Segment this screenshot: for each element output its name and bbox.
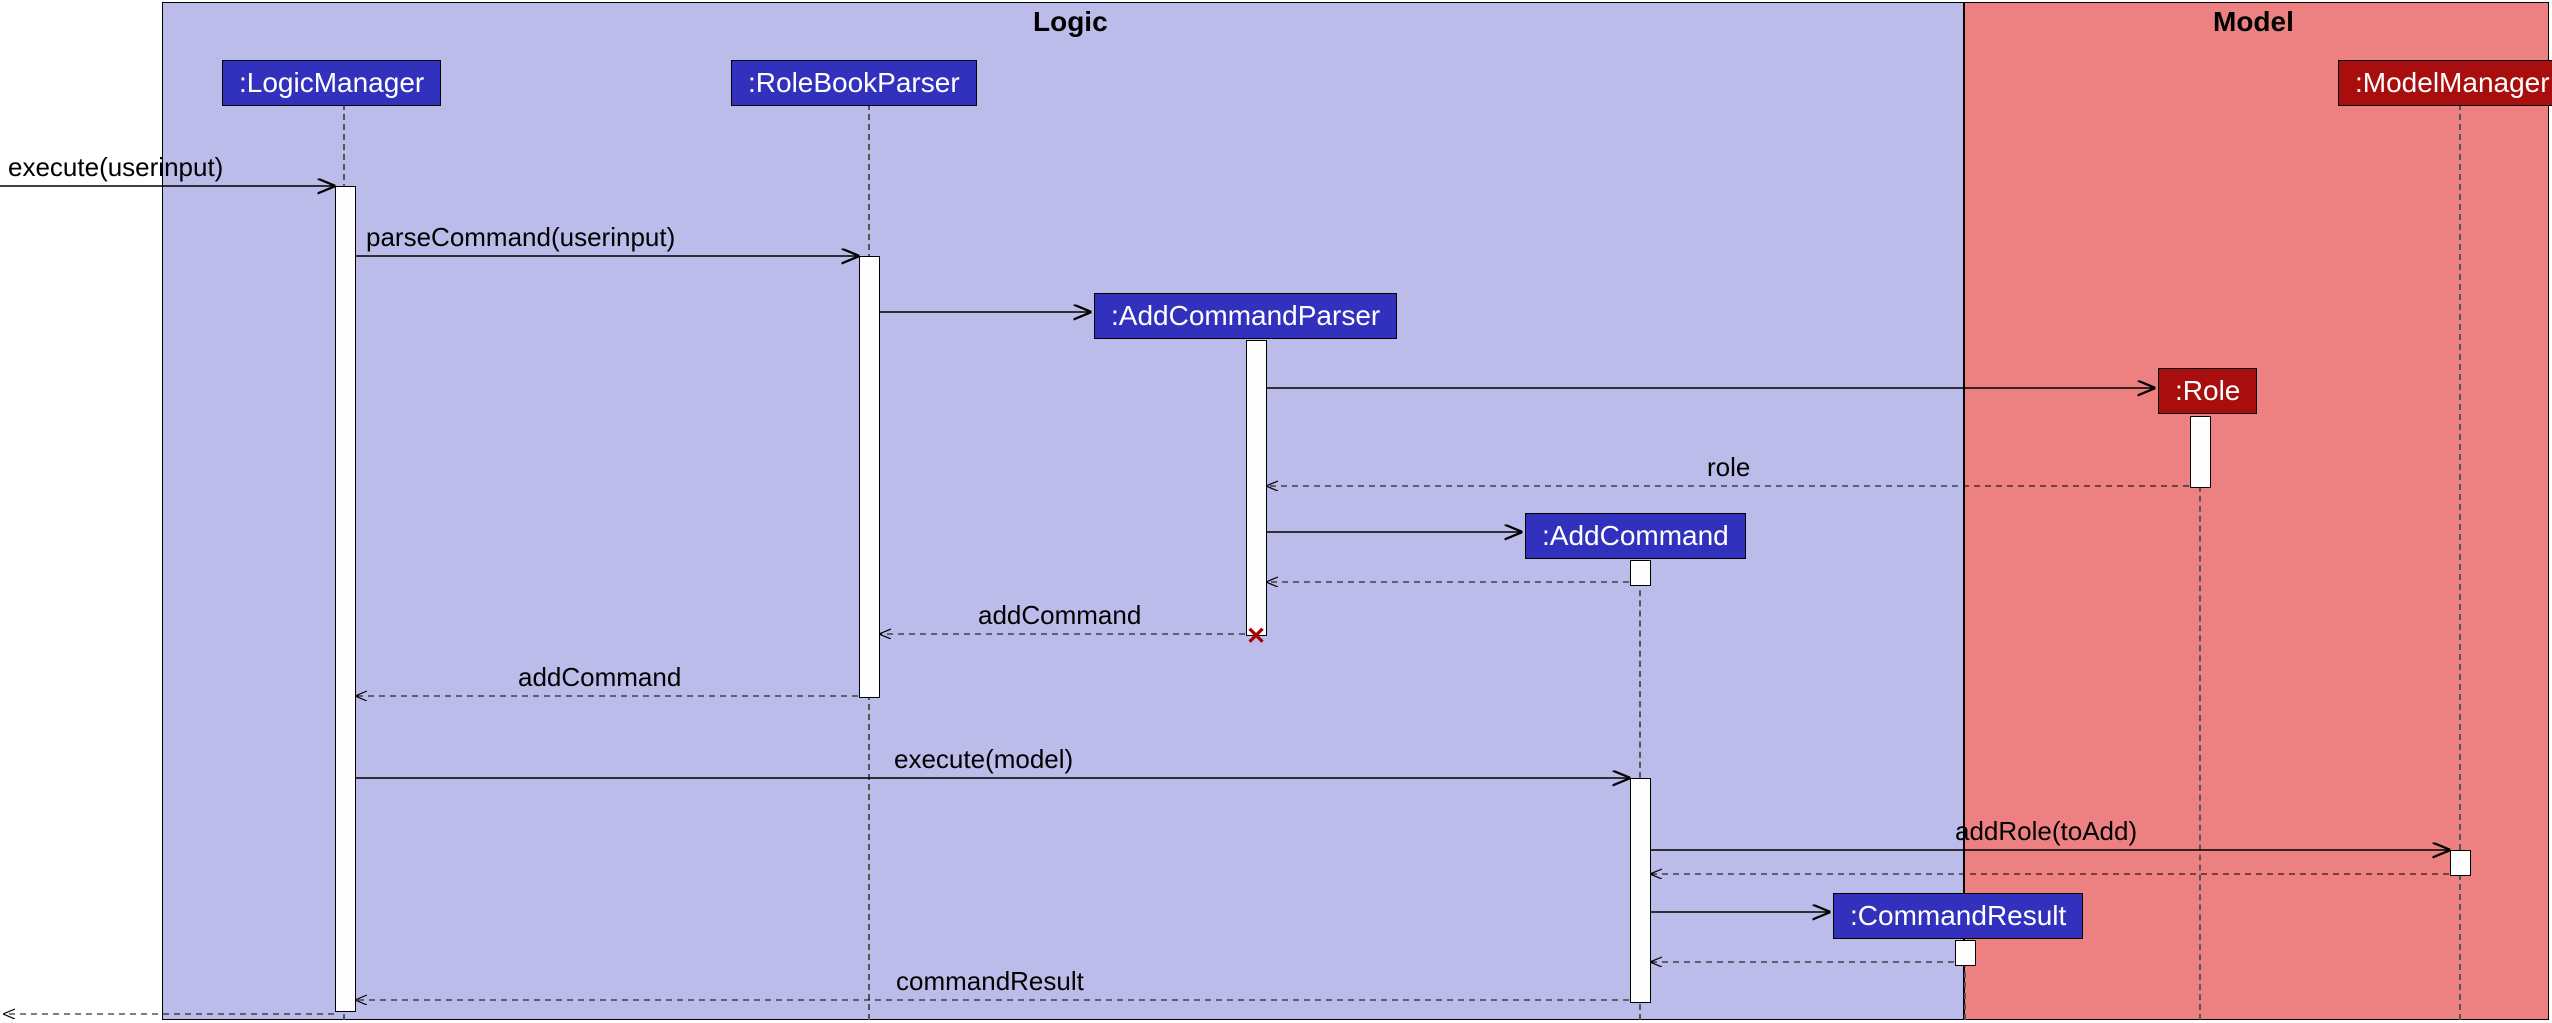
participant-logicmanager: :LogicManager	[222, 60, 441, 106]
destroy-addcommandparser-icon: ✕	[1246, 622, 1266, 651]
activation-commandresult	[1955, 940, 1976, 966]
region-model-title: Model	[2213, 6, 2294, 38]
msg-addcommand-return-2: addCommand	[518, 662, 681, 693]
participant-role: :Role	[2158, 368, 2257, 414]
activation-role	[2190, 416, 2211, 488]
msg-role-return: role	[1707, 452, 1750, 483]
msg-commandresult-return: commandResult	[896, 966, 1084, 997]
activation-addcommandparser	[1246, 340, 1267, 636]
sequence-diagram: Logic Model :LogicManager :RoleBookParse…	[0, 0, 2552, 1023]
msg-addcommand-return-1: addCommand	[978, 600, 1141, 631]
activation-addcommand-exec	[1630, 778, 1651, 1003]
activation-addcommand-create	[1630, 560, 1651, 586]
participant-rolebookparser: :RoleBookParser	[731, 60, 977, 106]
msg-addrole: addRole(toAdd)	[1955, 816, 2137, 847]
participant-addcommand: :AddCommand	[1525, 513, 1746, 559]
region-logic: Logic	[162, 2, 1964, 1020]
msg-parsecommand: parseCommand(userinput)	[366, 222, 675, 253]
participant-modelmanager: :ModelManager	[2338, 60, 2552, 106]
msg-execute-userinput: execute(userinput)	[8, 152, 223, 183]
lifeline-role	[2199, 416, 2201, 1020]
lifeline-modelmanager	[2459, 104, 2461, 1020]
activation-rolebookparser	[859, 256, 880, 698]
activation-logicmanager	[335, 186, 356, 1012]
participant-addcommandparser: :AddCommandParser	[1094, 293, 1397, 339]
msg-execute-model: execute(model)	[894, 744, 1073, 775]
region-logic-title: Logic	[1033, 6, 1108, 38]
participant-commandresult: :CommandResult	[1833, 893, 2083, 939]
activation-modelmanager	[2450, 850, 2471, 876]
